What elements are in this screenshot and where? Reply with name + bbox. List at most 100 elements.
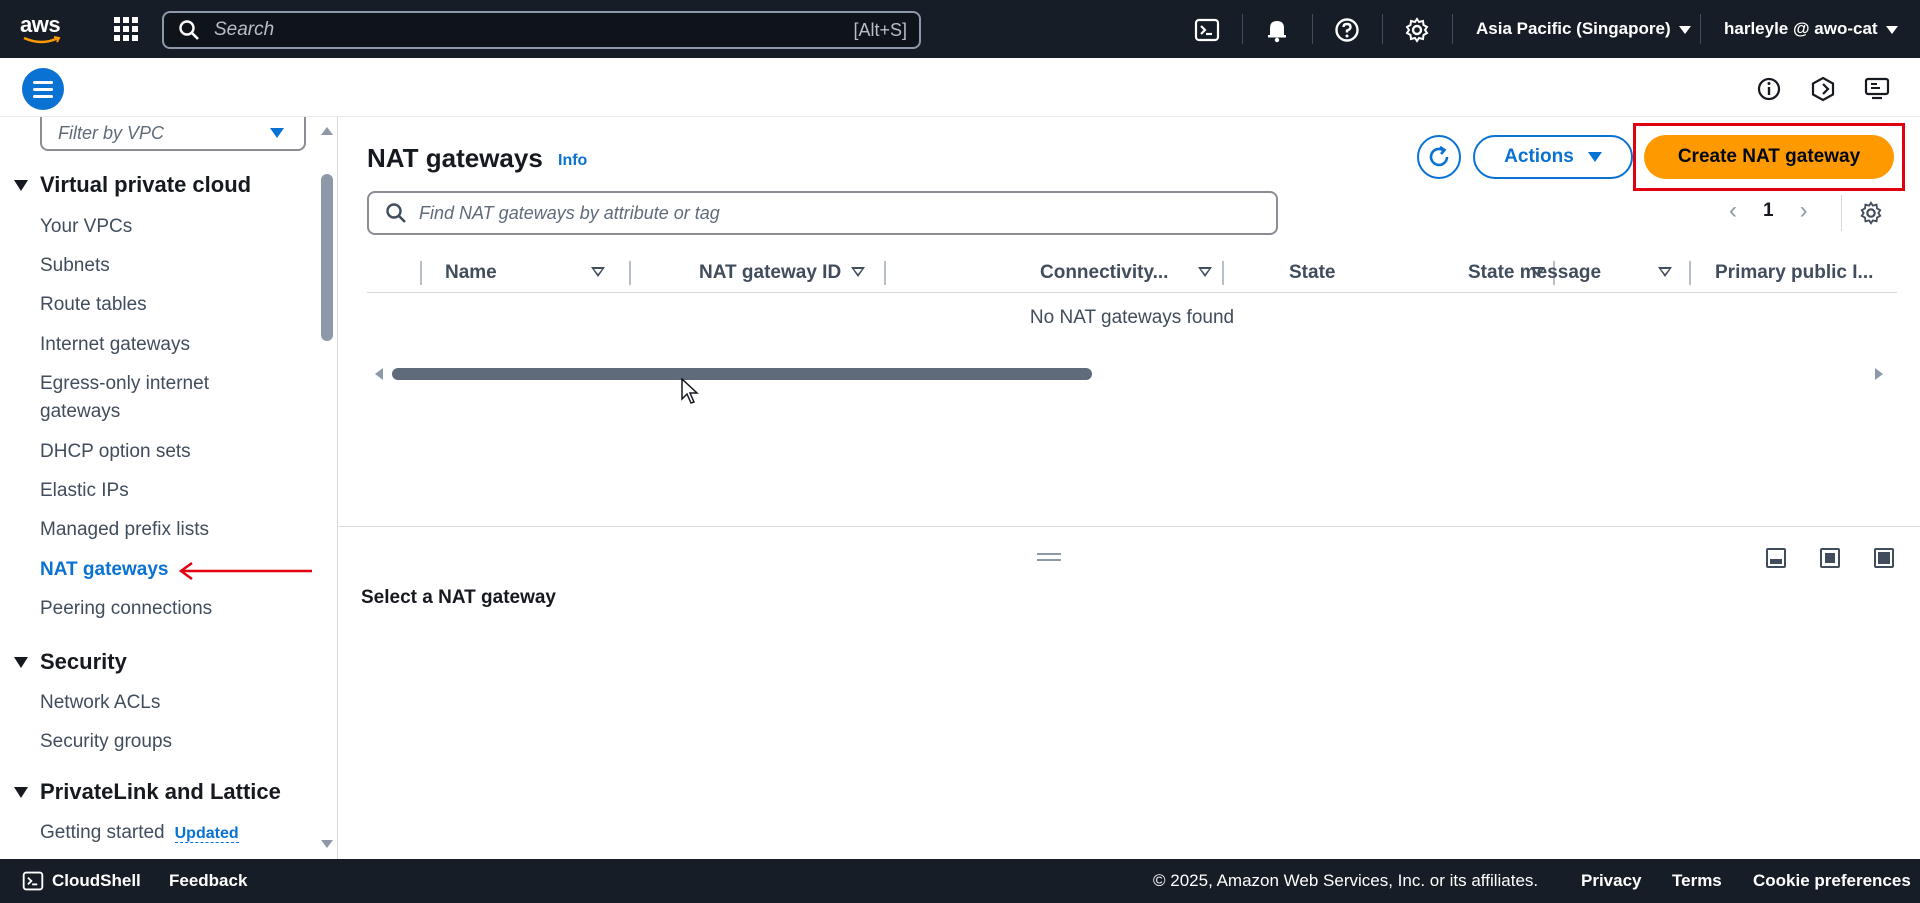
sidebar-item-getting-started[interactable]: Getting started Updated [40,819,239,848]
section-virtual-private-cloud[interactable]: Virtual private cloud [14,172,251,198]
scroll-down-icon[interactable] [321,840,333,848]
column-header-primary-public-ip[interactable]: Primary public I... [1715,253,1873,293]
page-number[interactable]: 1 [1763,200,1774,222]
column-header-name[interactable]: Name [445,253,497,293]
nav-divider [1382,14,1383,44]
annotation-arrow-icon [178,561,312,581]
region-selector[interactable]: Asia Pacific (Singapore) [1476,19,1691,39]
caret-down-icon [14,656,28,668]
sidebar-item-subnets[interactable]: Subnets [40,252,110,280]
menu-icon[interactable] [22,68,64,110]
sort-icon[interactable] [1658,267,1672,277]
empty-state-message: No NAT gateways found [1029,307,1235,328]
aws-logo[interactable]: aws [20,12,72,46]
sidebar-item-label: gateways [40,401,121,422]
sidebar-item-label: Egress-only internet [40,373,209,394]
actions-button[interactable]: Actions [1473,135,1633,179]
global-search[interactable]: Search [Alt+S] [162,11,921,49]
grid-icon[interactable] [114,17,138,41]
mouse-cursor-icon [681,378,699,404]
updated-badge: Updated [174,825,239,843]
preferences-gear-icon[interactable] [1859,201,1883,225]
scroll-right-icon[interactable] [1875,368,1883,380]
drag-handle-icon[interactable] [1037,553,1061,561]
search-placeholder: Search [214,19,275,40]
column-header-connectivity[interactable]: Connectivity... [1040,253,1168,293]
search-icon [179,20,199,40]
split-bottom-icon[interactable] [1766,548,1786,568]
column-divider[interactable] [1222,261,1224,285]
screen-icon[interactable] [1864,76,1890,102]
sidebar-item-dhcp-option-sets[interactable]: DHCP option sets [40,438,191,466]
sidebar-scrollbar[interactable] [321,174,333,341]
cookie-preferences-link[interactable]: Cookie preferences [1753,871,1911,891]
column-divider[interactable] [629,261,631,285]
sort-icon[interactable] [591,267,605,277]
column-divider[interactable] [884,261,886,285]
chevron-down-icon [1678,25,1691,34]
table-filter-input[interactable]: Find NAT gateways by attribute or tag [367,191,1278,235]
privacy-link[interactable]: Privacy [1581,871,1642,891]
column-header-state[interactable]: State [1289,253,1335,293]
split-panel-message: Select a NAT gateway [361,587,557,608]
sort-icon[interactable] [851,267,865,277]
section-title: Security [40,649,127,674]
search-icon [386,203,406,223]
search-shortcut: [Alt+S] [853,19,907,40]
sidebar-item-peering-connections[interactable]: Peering connections [40,595,212,623]
sidebar-item-elastic-ips[interactable]: Elastic IPs [40,477,129,505]
bell-icon[interactable] [1264,17,1290,43]
column-divider[interactable] [1689,261,1691,285]
column-header-nat-gateway-id[interactable]: NAT gateway ID [699,253,841,293]
page-title: NAT gateways [367,143,543,173]
column-divider[interactable] [420,261,422,285]
sidebar-item-security-groups[interactable]: Security groups [40,728,172,756]
table-horizontal-scrollbar[interactable] [392,368,1092,380]
refresh-button[interactable] [1417,135,1461,179]
feedback-link[interactable]: Feedback [169,871,247,891]
split-side-icon[interactable] [1820,548,1840,568]
account-menu[interactable]: harleyle @ awo-cat [1724,19,1898,39]
sidebar-item-route-tables[interactable]: Route tables [40,291,147,319]
cloudshell-icon[interactable] [22,870,44,892]
side-navigation: Filter by VPC Virtual private cloud Your… [0,117,338,859]
sidebar-item-managed-prefix-lists[interactable]: Managed prefix lists [40,516,209,544]
help-icon[interactable] [1334,17,1360,43]
chevron-left-icon[interactable]: ‹ [1729,197,1737,225]
main-content: NAT gateways Info Actions Create NAT gat… [339,117,1920,859]
actions-label: Actions [1504,146,1574,167]
column-header-state-message[interactable]: State message [1468,253,1601,293]
gear-icon[interactable] [1404,17,1430,43]
caret-down-icon [14,179,28,191]
cloudshell-link[interactable]: CloudShell [52,871,141,891]
split-panel-divider [339,526,1920,527]
split-full-icon[interactable] [1874,548,1894,568]
table-header: Name NAT gateway ID Connectivity... Stat… [367,253,1897,293]
cloudshell-icon[interactable] [1194,17,1220,43]
chevron-down-icon [270,128,284,138]
security-hub-icon[interactable] [1810,76,1836,102]
region-label: Asia Pacific (Singapore) [1476,19,1671,38]
nav-divider [1242,14,1243,44]
chevron-down-icon [1587,152,1602,162]
sidebar-item-egress-only-internet-gateways[interactable]: Egress-only internet gateways [40,370,209,426]
vpc-filter-select[interactable]: Filter by VPC [40,117,306,151]
sidebar-item-internet-gateways[interactable]: Internet gateways [40,331,190,359]
sidebar-item-nat-gateways[interactable]: NAT gateways [40,556,168,584]
sidebar-item-network-acls[interactable]: Network ACLs [40,689,160,717]
pagination: ‹ 1 › [1729,197,1808,225]
chevron-right-icon[interactable]: › [1800,197,1808,225]
terms-link[interactable]: Terms [1672,871,1722,891]
section-privatelink-and-lattice[interactable]: PrivateLink and Lattice [14,779,281,805]
table-filter-placeholder: Find NAT gateways by attribute or tag [419,202,720,223]
copyright-text: © 2025, Amazon Web Services, Inc. or its… [1153,871,1539,890]
scroll-left-icon[interactable] [375,368,383,380]
nav-divider [1312,14,1313,44]
section-security[interactable]: Security [14,649,127,675]
info-link[interactable]: Info [558,152,587,170]
info-icon[interactable] [1756,76,1782,102]
nav-divider [1700,14,1701,44]
sort-icon[interactable] [1198,267,1212,277]
scroll-up-icon[interactable] [321,127,333,135]
sidebar-item-your-vpcs[interactable]: Your VPCs [40,213,132,241]
